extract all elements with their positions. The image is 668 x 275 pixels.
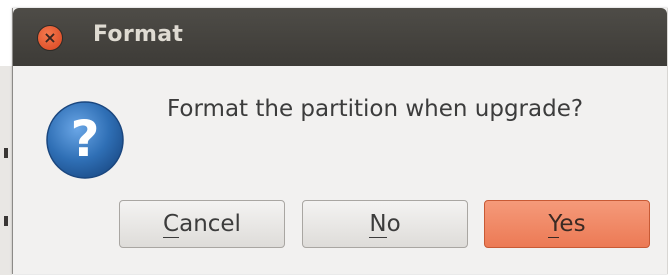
close-icon[interactable]: × (37, 25, 63, 51)
window-title: Format (93, 22, 184, 47)
background-text-fragment (4, 216, 8, 226)
yes-mnemonic: Y (548, 211, 560, 238)
cancel-label-rest: ancel (179, 211, 241, 237)
no-mnemonic: N (369, 211, 387, 238)
dialog-message: Format the partition when upgrade? (167, 96, 584, 122)
yes-label-rest: es (559, 211, 586, 237)
no-label-rest: o (386, 211, 401, 237)
background-window-edge (0, 66, 12, 275)
cancel-button[interactable]: Cancel (119, 200, 285, 248)
question-mark-glyph: ? (70, 110, 99, 168)
question-icon: ? (46, 101, 124, 179)
title-bar: × Format (13, 8, 667, 66)
background-text-fragment (4, 148, 8, 158)
yes-button[interactable]: Yes (484, 200, 650, 248)
no-button[interactable]: No (302, 200, 468, 248)
cancel-mnemonic: C (163, 211, 180, 238)
format-dialog: × Format ? Format the partition when upg… (12, 8, 668, 274)
